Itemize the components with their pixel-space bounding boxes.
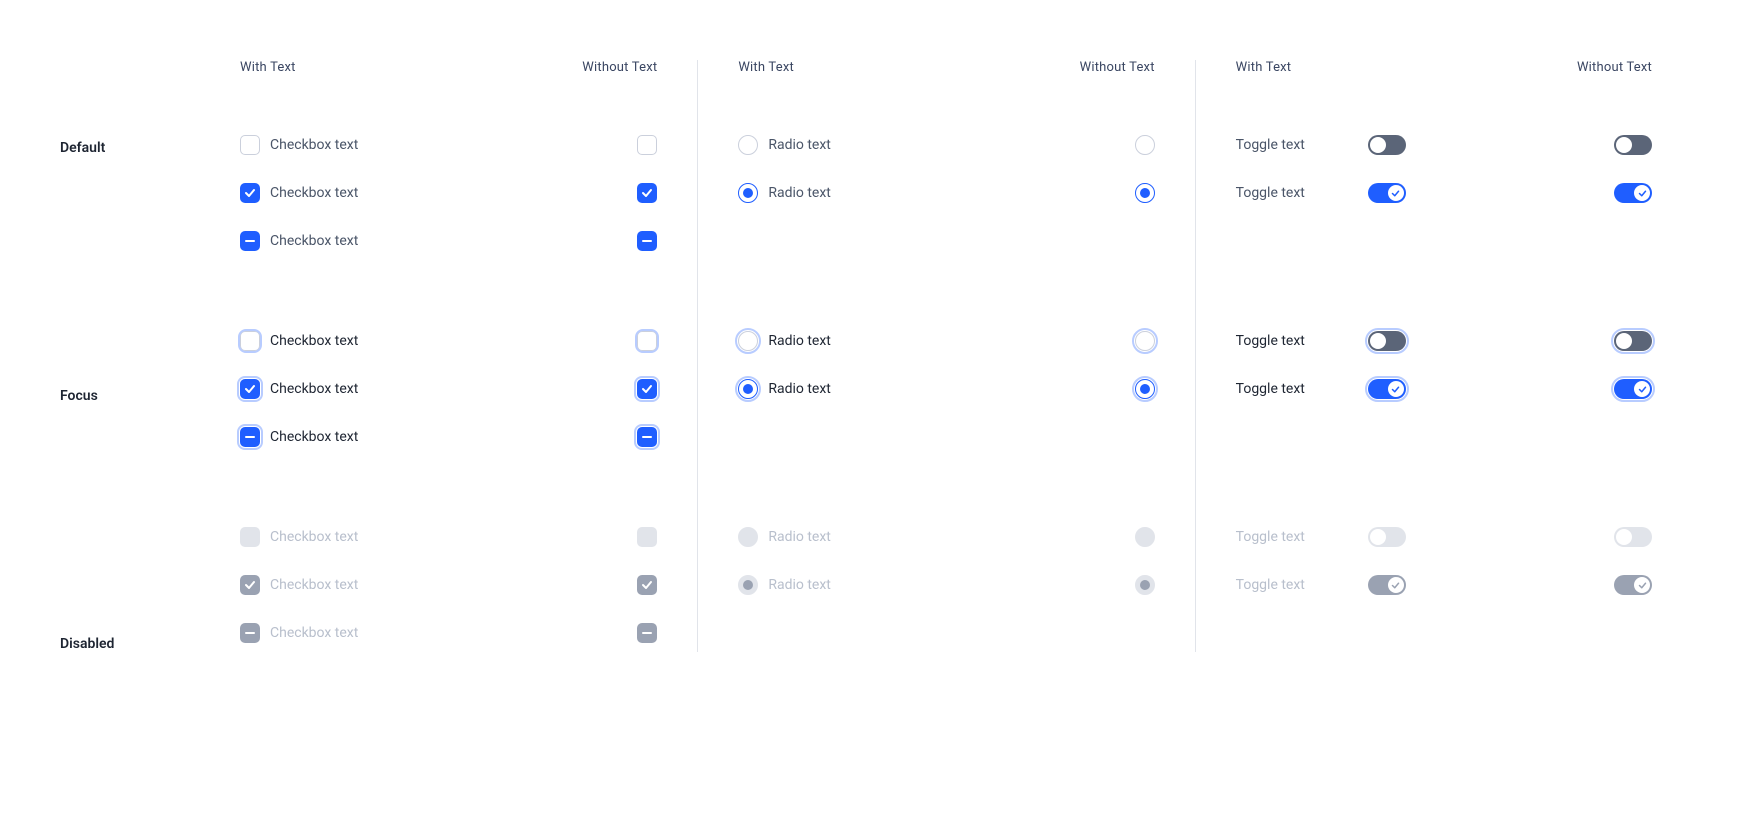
toggle-label: Toggle text: [1236, 529, 1305, 545]
dash-icon: [642, 240, 652, 243]
radio-unselected-disabled: [1135, 527, 1155, 547]
row-label-disabled: Disabled: [60, 634, 200, 652]
toggle-on-focus[interactable]: [1614, 379, 1652, 399]
checkbox-label: Checkbox text: [270, 185, 358, 201]
checkbox-label: Checkbox text: [270, 381, 358, 397]
radio-dot-icon: [1140, 188, 1150, 198]
checkbox-checked[interactable]: [637, 183, 657, 203]
toggle-label: Toggle text: [1236, 381, 1305, 397]
toggle-off-disabled: [1368, 527, 1406, 547]
radio-label: Radio text: [768, 333, 831, 349]
toggle-on-disabled: [1614, 575, 1652, 595]
dash-icon: [245, 436, 255, 439]
check-icon: [641, 383, 653, 395]
toggle-on[interactable]: [1368, 183, 1406, 203]
radio-selected[interactable]: [1135, 183, 1155, 203]
radio-label: Radio text: [768, 577, 831, 593]
checkbox-unchecked-disabled: [637, 527, 657, 547]
checkbox-unchecked-focus[interactable]: [637, 331, 657, 351]
checkbox-indeterminate[interactable]: [240, 231, 260, 251]
checkbox-checked-disabled: [240, 575, 260, 595]
toggle-label: Toggle text: [1236, 333, 1305, 349]
toggle-label: Toggle text: [1236, 185, 1305, 201]
dash-icon: [245, 632, 255, 635]
toggle-off-focus[interactable]: [1368, 331, 1406, 351]
column-header-with-text: With Text: [1236, 60, 1292, 75]
check-icon: [1391, 385, 1400, 394]
check-icon: [1391, 581, 1400, 590]
checkbox-label: Checkbox text: [270, 333, 358, 349]
dash-icon: [642, 632, 652, 635]
checkbox-unchecked[interactable]: [240, 135, 260, 155]
checkbox-indeterminate-disabled: [637, 623, 657, 643]
radio-unselected[interactable]: [1135, 135, 1155, 155]
radio-label: Radio text: [768, 185, 831, 201]
check-icon: [244, 187, 256, 199]
toggle-off[interactable]: [1368, 135, 1406, 155]
column-header-without-text: Without Text: [1577, 60, 1652, 75]
column-header-with-text: With Text: [240, 60, 296, 75]
checkbox-label: Checkbox text: [270, 137, 358, 153]
radio-selected[interactable]: [738, 183, 758, 203]
checkbox-checked-focus[interactable]: [637, 379, 657, 399]
checkbox-checked-focus[interactable]: [240, 379, 260, 399]
checkbox-checked-disabled: [637, 575, 657, 595]
radio-selected-disabled: [1135, 575, 1155, 595]
checkbox-unchecked-focus[interactable]: [240, 331, 260, 351]
radio-dot-icon: [1140, 384, 1150, 394]
radio-dot-icon: [743, 188, 753, 198]
check-icon: [641, 187, 653, 199]
checkbox-label: Checkbox text: [270, 529, 358, 545]
toggle-off[interactable]: [1614, 135, 1652, 155]
radio-selected-disabled: [738, 575, 758, 595]
toggle-on-disabled: [1368, 575, 1406, 595]
radio-dot-icon: [743, 580, 753, 590]
checkbox-unchecked-disabled: [240, 527, 260, 547]
toggle-off-disabled: [1614, 527, 1652, 547]
checkbox-label: Checkbox text: [270, 577, 358, 593]
checkbox-indeterminate-disabled: [240, 623, 260, 643]
dash-icon: [245, 240, 255, 243]
radio-unselected-focus[interactable]: [738, 331, 758, 351]
check-icon: [1638, 581, 1647, 590]
radio-label: Radio text: [768, 381, 831, 397]
row-label-focus: Focus: [60, 386, 200, 404]
radio-dot-icon: [743, 384, 753, 394]
radio-selected-focus[interactable]: [1135, 379, 1155, 399]
check-icon: [1638, 189, 1647, 198]
toggle-off-focus[interactable]: [1614, 331, 1652, 351]
checkbox-indeterminate-focus[interactable]: [240, 427, 260, 447]
radio-dot-icon: [1140, 580, 1150, 590]
checkbox-label: Checkbox text: [270, 429, 358, 445]
radio-unselected[interactable]: [738, 135, 758, 155]
checkbox-indeterminate-focus[interactable]: [637, 427, 657, 447]
column-header-with-text: With Text: [738, 60, 794, 75]
dash-icon: [642, 436, 652, 439]
radio-label: Radio text: [768, 137, 831, 153]
checkbox-unchecked[interactable]: [637, 135, 657, 155]
checkbox-checked[interactable]: [240, 183, 260, 203]
check-icon: [244, 579, 256, 591]
toggle-label: Toggle text: [1236, 577, 1305, 593]
radio-label: Radio text: [768, 529, 831, 545]
check-icon: [1638, 385, 1647, 394]
checkbox-label: Checkbox text: [270, 625, 358, 641]
row-label-default: Default: [60, 138, 200, 156]
check-icon: [1391, 189, 1400, 198]
column-header-without-text: Without Text: [1080, 60, 1155, 75]
radio-selected-focus[interactable]: [738, 379, 758, 399]
toggle-on-focus[interactable]: [1368, 379, 1406, 399]
toggle-label: Toggle text: [1236, 137, 1305, 153]
toggle-on[interactable]: [1614, 183, 1652, 203]
radio-unselected-disabled: [738, 527, 758, 547]
check-icon: [244, 383, 256, 395]
checkbox-label: Checkbox text: [270, 233, 358, 249]
check-icon: [641, 579, 653, 591]
checkbox-indeterminate[interactable]: [637, 231, 657, 251]
radio-unselected-focus[interactable]: [1135, 331, 1155, 351]
column-header-without-text: Without Text: [582, 60, 657, 75]
